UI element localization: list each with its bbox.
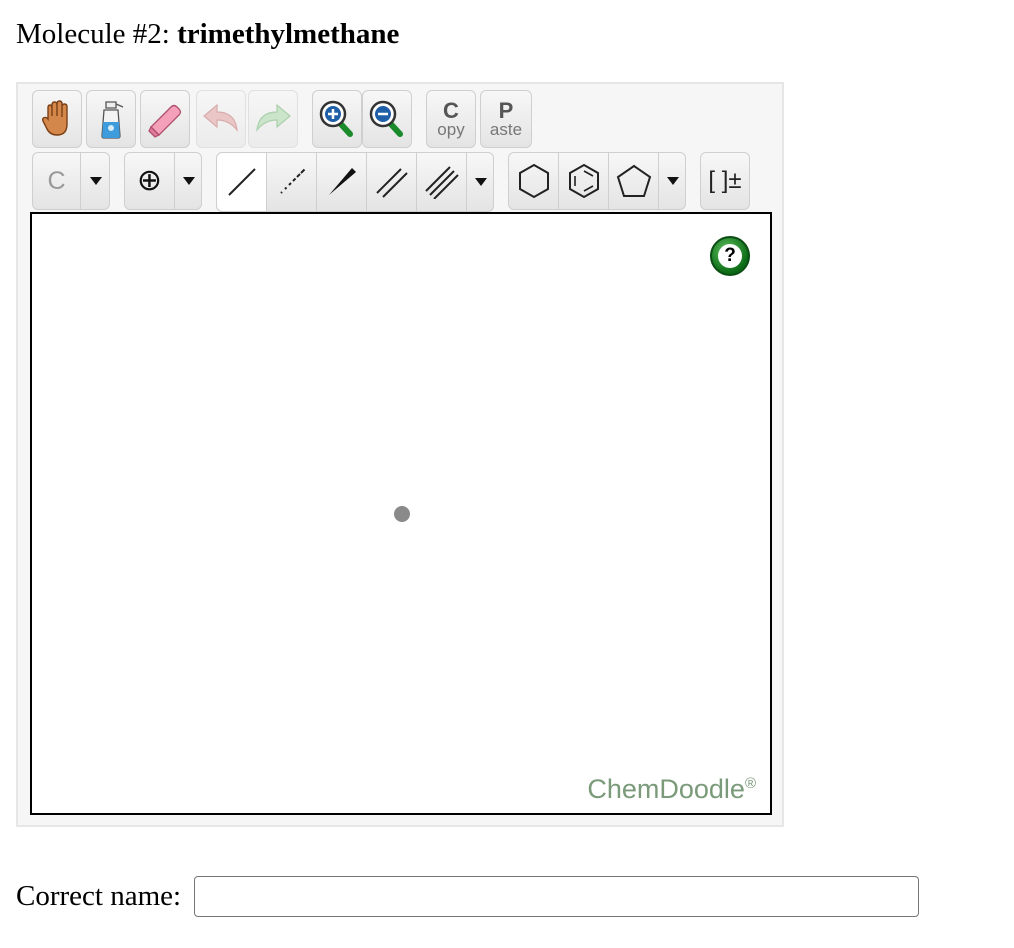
atom-carbon-button[interactable]: C [33,153,81,209]
chevron-down-icon [667,177,679,185]
atom-marker[interactable] [394,506,410,522]
bond-dropdown-button[interactable] [467,153,495,211]
help-button[interactable]: ? [710,236,750,276]
undo-icon [203,103,238,132]
plus-charge-icon: ⊕ [136,164,163,197]
wedge-bond-icon [328,168,356,195]
carbon-icon: C [47,166,66,195]
zoom-in-button[interactable] [312,90,362,148]
paste-button[interactable]: P aste [480,90,532,148]
charge-button[interactable]: ⊕ [125,153,175,209]
chevron-down-icon [183,177,195,185]
pentagon-icon [616,164,651,197]
drawing-canvas[interactable]: ? ChemDoodle® [30,212,772,815]
molecule-heading: Molecule #2: trimethylmethane [16,16,399,52]
wedge-bond-button[interactable] [317,153,367,211]
zoom-in-icon [319,100,353,137]
undo-button[interactable] [196,90,246,148]
chevron-down-icon [475,178,487,186]
cyclohexane-button[interactable] [509,153,559,209]
answer-input[interactable] [194,876,919,917]
zoom-out-icon [369,100,403,137]
atom-dropdown-button[interactable] [81,153,111,209]
benzene-button[interactable] [559,153,609,209]
ring-group [508,152,686,210]
bracket-icon: [ ]± [708,167,742,194]
charge-dropdown-button[interactable] [175,153,203,209]
paste-icon: P aste [489,98,523,139]
bracket-charge-button[interactable]: [ ]± [700,152,750,210]
chemdoodle-sketcher: C opy P aste C ⊕ []± ? ChemDoodle® [16,82,784,827]
double-bond-icon [375,168,408,198]
copy-button[interactable]: C opy [426,90,476,148]
hexagon-icon [518,163,549,199]
double-bond-button[interactable] [367,153,417,211]
erase-button[interactable] [140,90,190,148]
single-bond-button[interactable] [217,153,267,211]
ring-dropdown-button[interactable] [659,153,687,209]
copy-icon: C opy [437,98,465,139]
charge-group: ⊕ [124,152,202,210]
answer-label: Correct name: [16,880,182,912]
hashed-bond-button[interactable] [267,153,317,211]
chevron-down-icon [90,177,102,185]
molecule-name: trimethylmethane [177,18,400,50]
hashed-bond-icon [279,168,305,194]
hand-icon [42,100,68,136]
atom-label-group: C [32,152,110,210]
redo-icon [256,103,291,132]
redo-button[interactable] [248,90,298,148]
eraser-icon [148,104,182,138]
bond-group [216,152,494,212]
clear-button[interactable] [86,90,136,148]
zoom-out-button[interactable] [362,90,412,148]
heading-prefix: Molecule #2: [16,18,178,50]
pan-button[interactable] [32,90,82,148]
help-icon: ? [718,244,742,268]
cyclopentane-button[interactable] [609,153,659,209]
single-bond-icon [227,168,256,196]
triple-bond-button[interactable] [417,153,467,211]
triple-bond-icon [424,166,459,199]
spray-bottle-icon [101,101,124,139]
benzene-icon [568,163,599,199]
chemdoodle-logo: ChemDoodle® [587,774,756,804]
